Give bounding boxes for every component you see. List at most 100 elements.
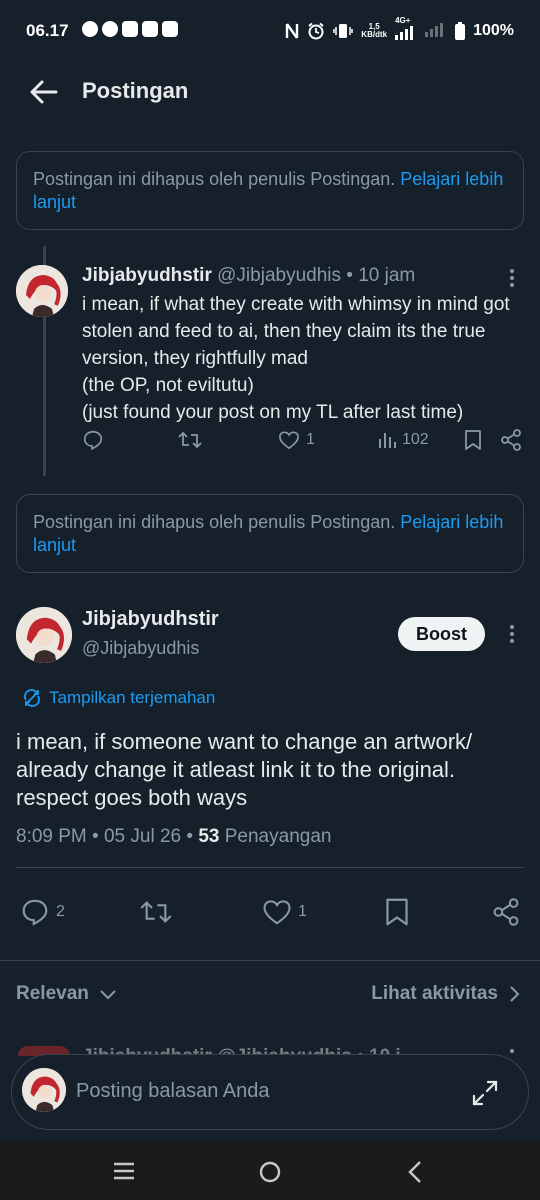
store-icon bbox=[162, 21, 178, 37]
deleted-notice-text: Postingan ini dihapus oleh penulis Posti… bbox=[33, 169, 401, 189]
like-icon bbox=[279, 431, 299, 450]
more-icon bbox=[510, 269, 514, 287]
activity-label: Lihat aktivitas bbox=[371, 983, 498, 1004]
share-icon bbox=[493, 898, 519, 926]
post-meta: 8:09 PM • 05 Jul 26 • 53 Penayangan bbox=[16, 826, 332, 847]
menu-icon bbox=[114, 1162, 134, 1180]
main-repost-button[interactable] bbox=[140, 897, 172, 927]
reply-text-line: i mean, if what they create with whimsy … bbox=[82, 294, 515, 369]
post-time: 8:09 PM bbox=[16, 826, 87, 847]
reply-author-line: Jibjabyudhstir @Jibjabyudhis • 10 jam bbox=[82, 265, 416, 286]
home-button[interactable] bbox=[258, 1160, 282, 1184]
divider bbox=[16, 867, 524, 868]
message-icon bbox=[102, 21, 118, 37]
system-back-button[interactable] bbox=[404, 1160, 426, 1184]
reply-views-button[interactable]: 102 bbox=[378, 431, 429, 449]
main-share-button[interactable] bbox=[492, 898, 520, 926]
reply-reply-button[interactable] bbox=[82, 429, 104, 451]
expand-composer-button[interactable] bbox=[470, 1078, 500, 1108]
like-icon bbox=[263, 900, 291, 925]
whatsapp-icon bbox=[82, 21, 98, 37]
signal-group: 4G+ bbox=[395, 17, 417, 42]
battery-icon bbox=[455, 22, 466, 40]
boost-button[interactable]: Boost bbox=[398, 617, 485, 651]
sort-dropdown[interactable]: Relevan bbox=[16, 983, 117, 1005]
mail-icon bbox=[142, 21, 158, 37]
avatar-image bbox=[16, 265, 68, 317]
reply-bookmark-button[interactable] bbox=[464, 429, 482, 451]
deleted-post-notice: Postingan ini dihapus oleh penulis Posti… bbox=[16, 151, 524, 230]
chevron-left-icon bbox=[408, 1161, 421, 1183]
reply-time: 10 jam bbox=[358, 265, 416, 286]
main-reply-count: 2 bbox=[56, 903, 65, 920]
recent-apps-button[interactable] bbox=[112, 1160, 136, 1182]
home-circle-icon bbox=[259, 1161, 281, 1183]
main-like-button[interactable]: 1 bbox=[262, 898, 307, 926]
signal-icon-secondary bbox=[425, 23, 444, 37]
main-reply-button[interactable]: 2 bbox=[20, 897, 65, 927]
translate-label: Tampilkan terjemahan bbox=[49, 688, 216, 707]
main-like-count: 1 bbox=[298, 903, 307, 920]
reply-author-name[interactable]: Jibjabyudhstir bbox=[82, 265, 212, 286]
avatar[interactable] bbox=[16, 607, 72, 663]
back-arrow-icon bbox=[30, 80, 58, 104]
translate-icon bbox=[24, 689, 40, 707]
bookmark-icon bbox=[465, 430, 481, 450]
deleted-notice-text: Postingan ini dihapus oleh penulis Posti… bbox=[33, 512, 401, 532]
reply-more-button[interactable] bbox=[502, 266, 522, 290]
system-nav-bar bbox=[0, 1142, 540, 1200]
reply-input[interactable] bbox=[76, 1080, 456, 1103]
my-avatar bbox=[22, 1068, 66, 1112]
main-post-text: i mean, if someone want to change an art… bbox=[16, 729, 473, 810]
repost-icon bbox=[140, 901, 172, 923]
reply-like-count: 1 bbox=[306, 431, 315, 448]
more-icon bbox=[510, 625, 514, 643]
main-action-bar: 2 1 bbox=[20, 896, 524, 928]
peek-more-button bbox=[502, 1046, 522, 1056]
more-icon bbox=[510, 1049, 514, 1053]
signal-icon bbox=[395, 26, 414, 40]
show-translation-link[interactable]: Tampilkan terjemahan bbox=[22, 688, 215, 708]
main-bookmark-button[interactable] bbox=[384, 897, 410, 927]
reply-text-line: (just found your post on my TL after las… bbox=[82, 402, 464, 423]
main-author-name[interactable]: Jibjabyudhstir bbox=[82, 608, 219, 631]
sort-label: Relevan bbox=[16, 983, 89, 1004]
status-time: 06.17 bbox=[26, 21, 69, 40]
post-date: 05 Jul 26 bbox=[103, 826, 182, 847]
bookmark-icon bbox=[386, 898, 408, 926]
reply-view-count: 102 bbox=[402, 431, 429, 448]
vibrate-icon bbox=[333, 24, 354, 38]
divider bbox=[0, 960, 540, 961]
share-icon bbox=[501, 429, 521, 451]
avatar-image bbox=[16, 607, 72, 663]
reply-share-button[interactable] bbox=[500, 429, 522, 451]
notification-icons bbox=[82, 21, 178, 37]
reply-author-handle[interactable]: @Jibjabyudhis bbox=[217, 265, 341, 286]
status-bar: 06.17 1,5 KB/dtk 4G+ 100% bbox=[0, 0, 540, 60]
battery-level: 100% bbox=[473, 22, 514, 39]
views-label: Penayangan bbox=[219, 826, 332, 847]
main-author-handle[interactable]: @Jibjabyudhis bbox=[82, 638, 199, 659]
chevron-down-icon bbox=[100, 990, 116, 1000]
expand-icon bbox=[472, 1080, 498, 1106]
nfc-icon bbox=[286, 23, 299, 39]
reply-text: i mean, if what they create with whimsy … bbox=[82, 291, 522, 426]
reply-repost-button[interactable] bbox=[178, 429, 202, 451]
reply-like-button[interactable]: 1 bbox=[278, 430, 315, 450]
views-icon bbox=[379, 433, 396, 448]
app-icon bbox=[122, 21, 138, 37]
alarm-icon bbox=[308, 22, 324, 40]
chevron-right-icon bbox=[510, 986, 520, 1002]
avatar-image bbox=[22, 1068, 66, 1112]
repost-icon bbox=[178, 431, 202, 449]
avatar[interactable] bbox=[16, 265, 68, 317]
reply-icon bbox=[83, 430, 103, 451]
page-title: Postingan bbox=[82, 78, 189, 103]
network-rate: 1,5 KB/dtk bbox=[361, 22, 388, 39]
status-right-icons: 1,5 KB/dtk 4G+ 100% bbox=[285, 17, 514, 42]
back-button[interactable] bbox=[26, 74, 62, 110]
deleted-post-notice: Postingan ini dihapus oleh penulis Posti… bbox=[16, 494, 524, 573]
view-activity-link[interactable]: Lihat aktivitas bbox=[371, 983, 520, 1005]
main-more-button[interactable] bbox=[502, 622, 522, 646]
view-count[interactable]: 53 bbox=[198, 826, 219, 847]
